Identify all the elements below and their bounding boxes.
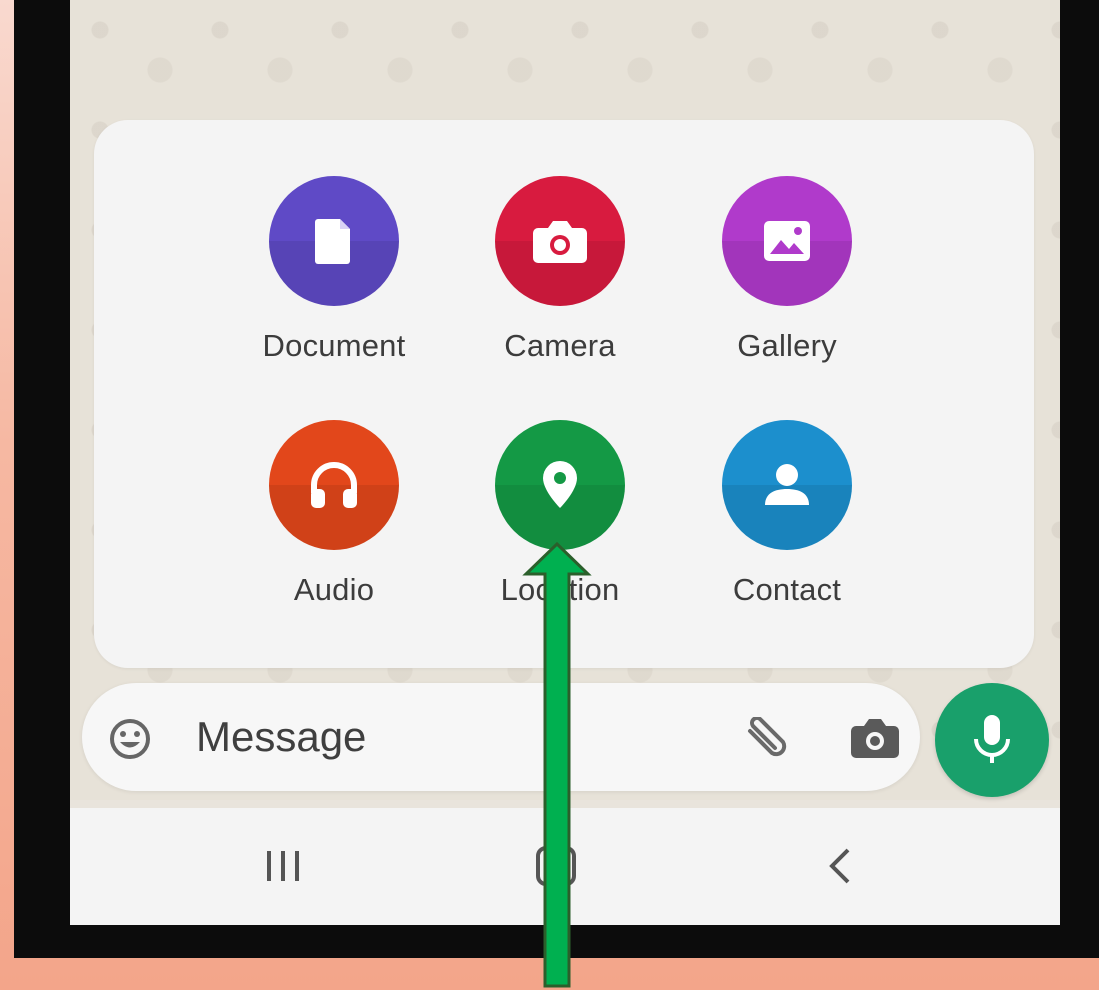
voice-record-button[interactable] xyxy=(935,683,1049,797)
document-icon xyxy=(269,176,399,306)
contact-person-icon xyxy=(722,420,852,550)
recent-apps-icon[interactable] xyxy=(265,851,301,886)
annotation-arrow xyxy=(522,542,592,988)
document-label: Document xyxy=(262,328,406,363)
gallery-icon xyxy=(722,176,852,306)
camera-icon[interactable] xyxy=(850,717,900,764)
location-pin-icon xyxy=(495,420,625,550)
gallery-label: Gallery xyxy=(737,328,837,363)
contact-label: Contact xyxy=(732,572,842,607)
message-input[interactable]: Message xyxy=(196,713,366,761)
contact-option[interactable]: Contact xyxy=(697,420,877,608)
camera-option[interactable]: Camera xyxy=(470,176,650,364)
message-input-bar[interactable]: Message xyxy=(82,683,920,791)
document-option[interactable]: Document xyxy=(244,176,424,364)
camera-icon xyxy=(495,176,625,306)
camera-label: Camera xyxy=(504,328,616,363)
gallery-option[interactable]: Gallery xyxy=(697,176,877,364)
microphone-icon xyxy=(974,715,1010,763)
paperclip-icon[interactable] xyxy=(742,716,792,768)
audio-label: Audio xyxy=(293,572,375,607)
back-icon[interactable] xyxy=(828,848,852,889)
headphones-icon xyxy=(269,420,399,550)
emoji-icon[interactable] xyxy=(108,717,152,766)
audio-option[interactable]: Audio xyxy=(244,420,424,608)
